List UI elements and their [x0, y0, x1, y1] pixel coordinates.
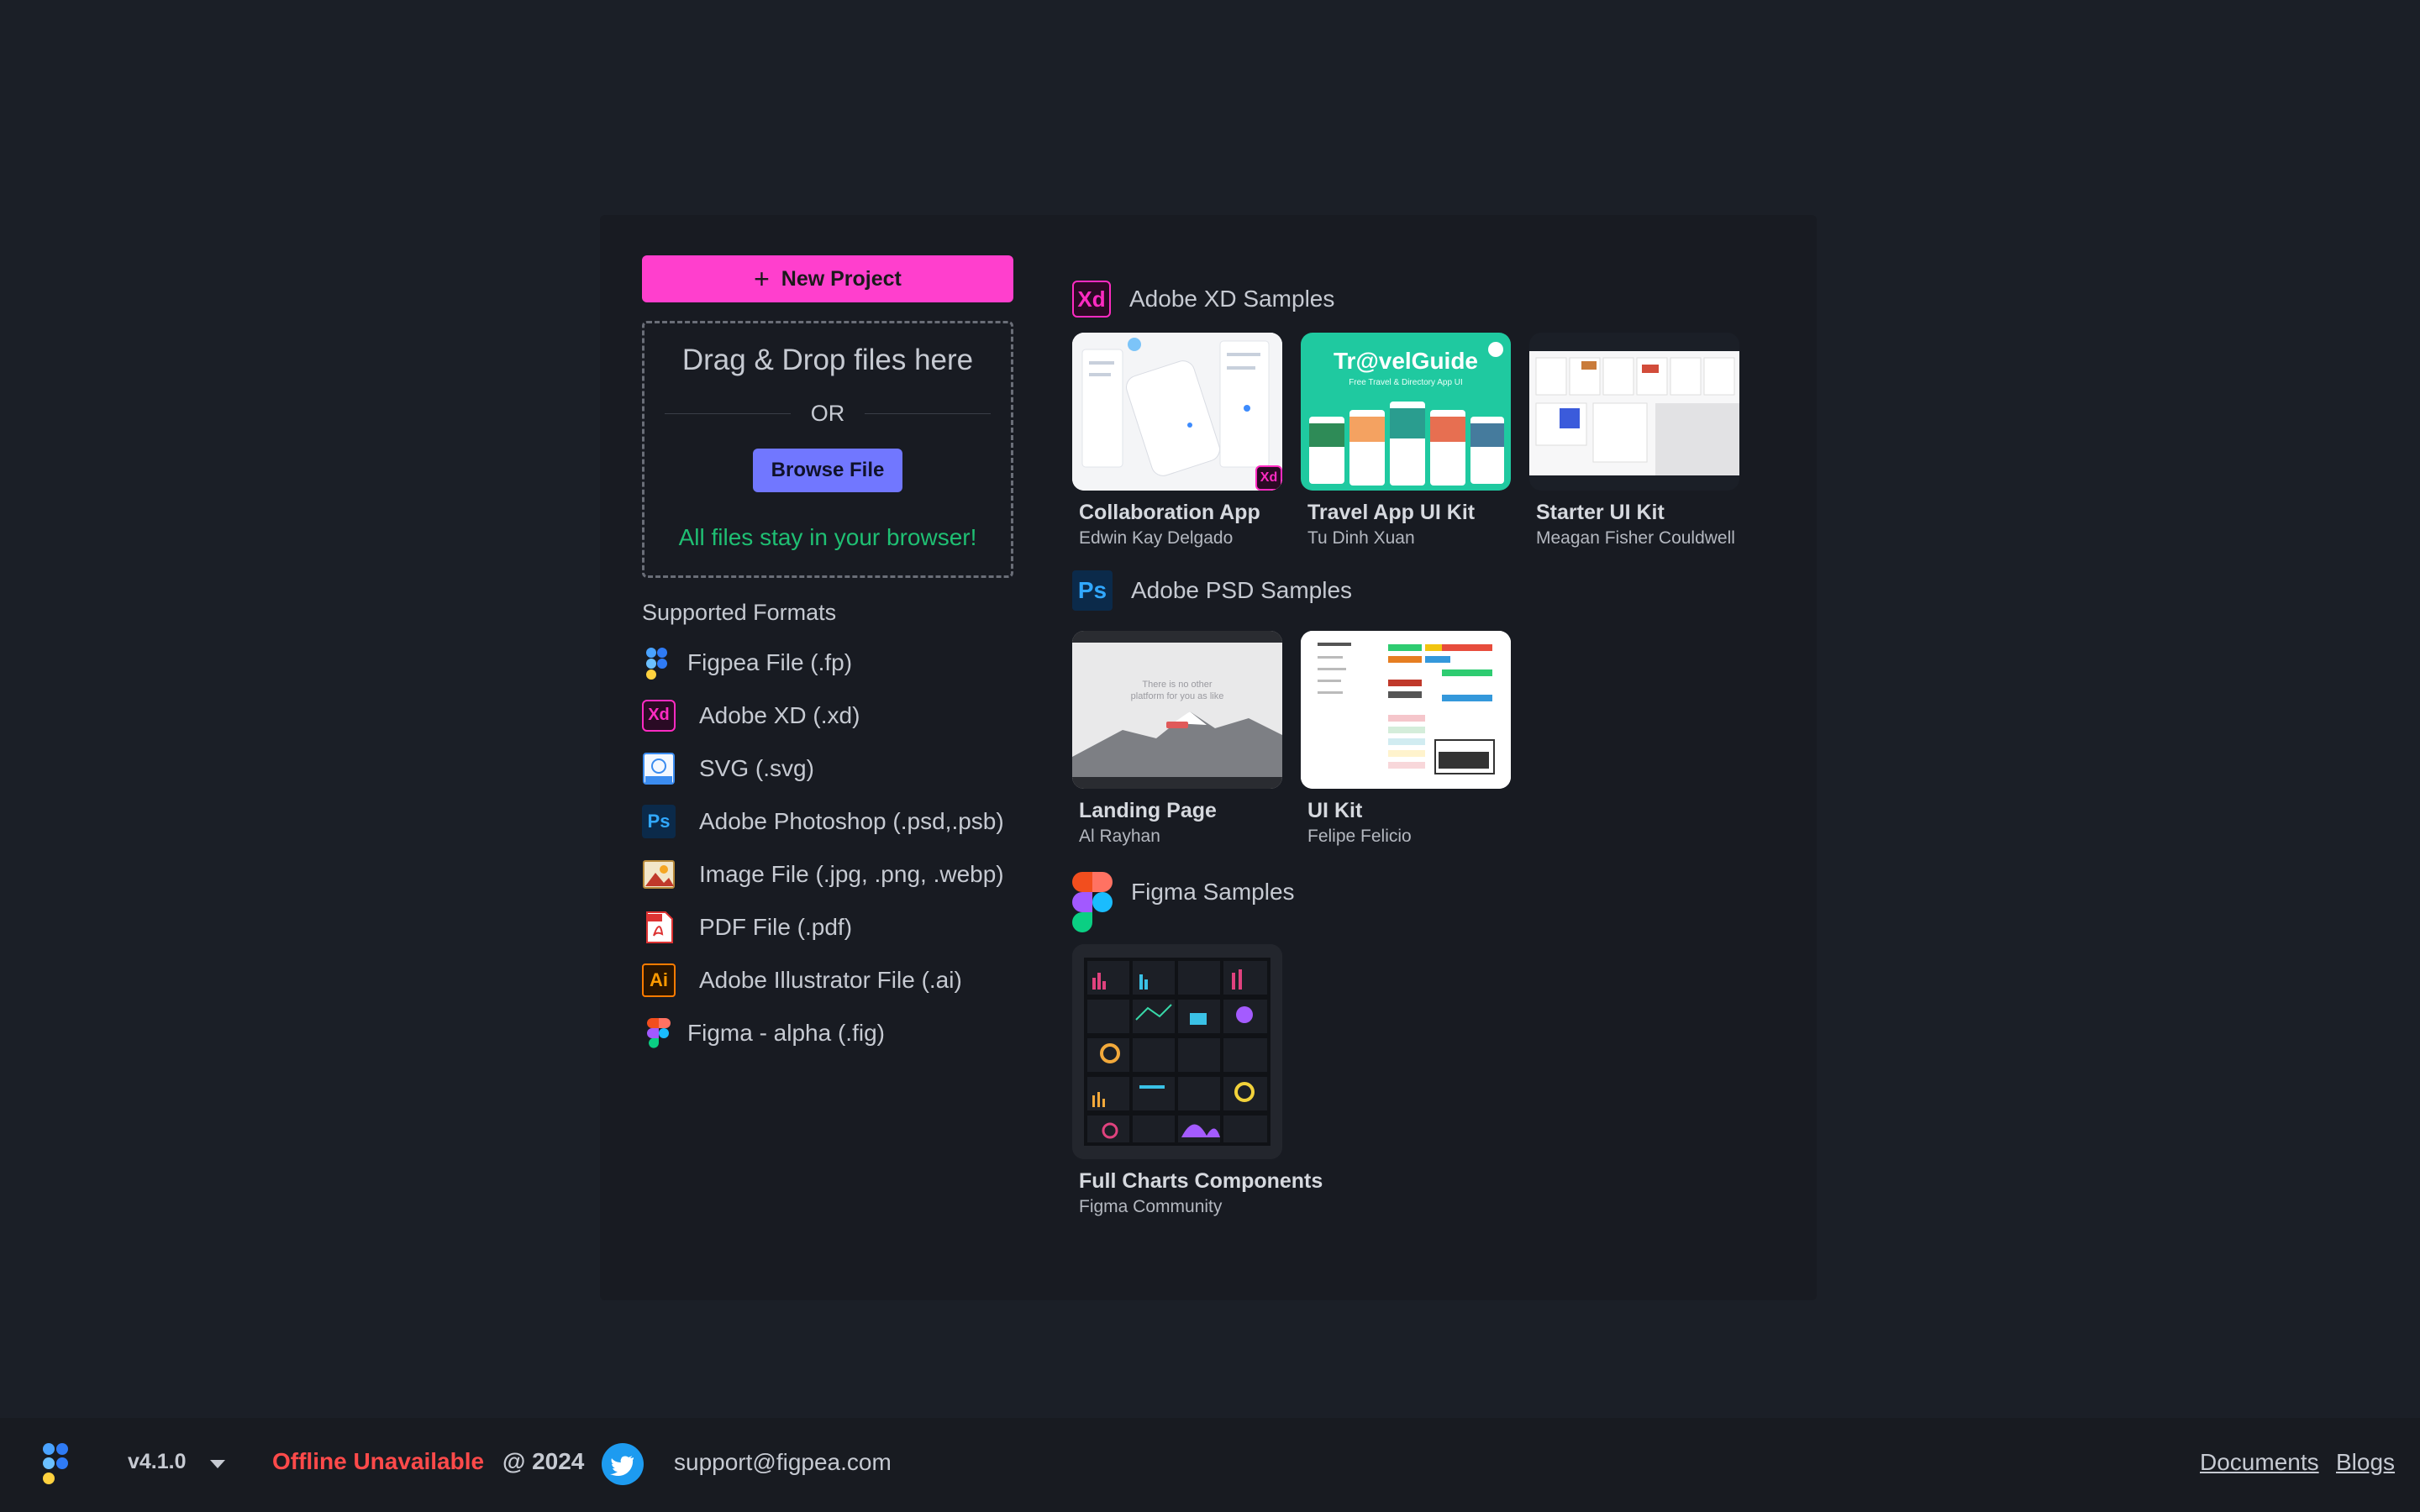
file-dropzone[interactable]: Drag & Drop files here OR Browse File Al… [642, 321, 1013, 578]
sample-author: Tu Dinh Xuan [1307, 528, 1415, 548]
sample-name: Full Charts Components [1079, 1169, 1323, 1193]
sample-card-full-charts-components[interactable]: Full Charts Components Figma Community [1072, 944, 1323, 1217]
svg-file-icon [642, 752, 676, 785]
plus-icon: + [754, 264, 770, 294]
xd-samples-header: Xd Adobe XD Samples [1072, 279, 1778, 319]
sample-author: Figma Community [1079, 1197, 1223, 1216]
supported-formats-heading: Supported Formats [642, 600, 837, 625]
section-title: Adobe PSD Samples [1131, 577, 1353, 603]
format-item-ai: Ai Adobe Illustrator File (.ai) [642, 953, 1013, 1006]
divider-line [665, 413, 791, 414]
photoshop-icon: Ps [1072, 570, 1113, 611]
chevron-down-icon[interactable] [210, 1460, 225, 1468]
sample-thumbnail: Xd [1072, 333, 1282, 491]
section-title: Figma Samples [1131, 879, 1295, 905]
format-label: PDF File (.pdf) [699, 913, 853, 940]
documents-link[interactable]: Documents [2200, 1449, 2319, 1476]
sample-card-ui-kit[interactable]: UI Kit Felipe Felicio [1301, 631, 1511, 847]
photoshop-icon: Ps [642, 804, 676, 838]
sample-author: Felipe Felicio [1307, 827, 1412, 846]
twitter-icon[interactable] [602, 1443, 644, 1485]
psd-samples-header: Ps Adobe PSD Samples [1072, 570, 1778, 611]
copyright-year: @ 2024 [502, 1448, 585, 1474]
xd-samples-list: Xd Collaboration App Edwin Kay Delgado T… [1072, 333, 1778, 549]
thumbnail-text: platform for you as like [1130, 691, 1224, 701]
adobe-xd-icon: Xd [1255, 465, 1282, 491]
format-label: Figpea File (.fp) [687, 648, 853, 675]
sample-card-starter-ui-kit[interactable]: Starter UI Kit Meagan Fisher Couldwell [1529, 333, 1739, 549]
sample-thumbnail [1301, 631, 1511, 789]
sample-name: Landing Page [1079, 799, 1217, 822]
format-item-pdf: PDF File (.pdf) [642, 900, 1013, 953]
figma-samples-list: Full Charts Components Figma Community [1072, 944, 1778, 1217]
sample-thumbnail: There is no other platform for you as li… [1072, 631, 1282, 789]
or-divider: OR [665, 401, 991, 427]
sample-name: Collaboration App [1079, 501, 1260, 524]
format-label: Adobe XD (.xd) [699, 701, 860, 728]
browse-file-button[interactable]: Browse File [752, 449, 903, 492]
sample-name: Travel App UI Kit [1307, 501, 1476, 524]
format-label: SVG (.svg) [699, 754, 814, 781]
sample-card-travel-app-ui-kit[interactable]: Tr@velGuide Free Travel & Directory App … [1301, 333, 1511, 549]
format-item-svg: SVG (.svg) [642, 742, 1013, 795]
sample-name: Starter UI Kit [1536, 501, 1665, 524]
format-item-xd: Xd Adobe XD (.xd) [642, 689, 1013, 742]
pdf-file-icon [642, 911, 676, 944]
start-panel: + New Project Drag & Drop files here OR … [600, 215, 1817, 1300]
blogs-link[interactable]: Blogs [2336, 1449, 2395, 1476]
sample-thumbnail: Tr@velGuide Free Travel & Directory App … [1301, 333, 1511, 491]
figma-samples-header: Figma Samples [1072, 872, 1778, 932]
figma-icon [642, 1016, 676, 1050]
sample-author: Meagan Fisher Couldwell [1536, 528, 1735, 548]
footer-bar: v4.1.0 Offline Unavailable @ 2024 suppor… [0, 1418, 2420, 1512]
support-email-link[interactable]: support@figpea.com [674, 1449, 892, 1476]
format-label: Figma - alpha (.fig) [687, 1019, 885, 1046]
figma-icon [1072, 872, 1113, 932]
sample-card-collaboration-app[interactable]: Xd Collaboration App Edwin Kay Delgado [1072, 333, 1282, 549]
figpea-icon [642, 646, 676, 680]
privacy-note: All files stay in your browser! [678, 524, 977, 550]
sample-thumbnail [1072, 944, 1282, 1159]
format-item-psd: Ps Adobe Photoshop (.psd,.psb) [642, 795, 1013, 848]
illustrator-icon: Ai [642, 963, 676, 997]
dropzone-title: Drag & Drop files here [681, 344, 974, 376]
format-item-fig: Figma - alpha (.fig) [642, 1006, 1013, 1059]
thumbnail-text: There is no other [1142, 680, 1213, 690]
or-label: OR [810, 401, 845, 426]
version-selector[interactable]: v4.1.0 [128, 1450, 187, 1474]
sample-card-landing-page[interactable]: There is no other platform for you as li… [1072, 631, 1282, 847]
format-item-fp: Figpea File (.fp) [642, 636, 1013, 689]
adobe-xd-icon: Xd [1072, 281, 1111, 318]
format-label: Adobe Photoshop (.psd,.psb) [699, 807, 1004, 834]
new-project-label: New Project [781, 266, 902, 291]
adobe-xd-icon: Xd [642, 699, 676, 732]
formats-list: Figpea File (.fp) Xd Adobe XD (.xd) SVG … [642, 636, 1013, 1059]
figpea-logo-icon[interactable] [40, 1441, 74, 1488]
sample-author: Edwin Kay Delgado [1079, 528, 1234, 548]
format-label: Adobe Illustrator File (.ai) [699, 966, 962, 993]
sample-thumbnail [1529, 333, 1739, 491]
format-label: Image File (.jpg, .png, .webp) [699, 860, 1004, 887]
left-column: + New Project Drag & Drop files here OR … [642, 255, 1013, 1059]
sample-name: UI Kit [1307, 799, 1363, 822]
format-item-image: Image File (.jpg, .png, .webp) [642, 848, 1013, 900]
image-file-icon [642, 858, 676, 891]
divider-line [865, 413, 991, 414]
sample-author: Al Rayhan [1079, 827, 1160, 846]
samples-column: Xd Adobe XD Samples Xd Collaboration App… [1072, 279, 1778, 1217]
new-project-button[interactable]: + New Project [642, 255, 1013, 302]
offline-status[interactable]: Offline Unavailable [272, 1448, 484, 1475]
section-title: Adobe XD Samples [1129, 286, 1335, 312]
psd-samples-list: There is no other platform for you as li… [1072, 631, 1778, 847]
